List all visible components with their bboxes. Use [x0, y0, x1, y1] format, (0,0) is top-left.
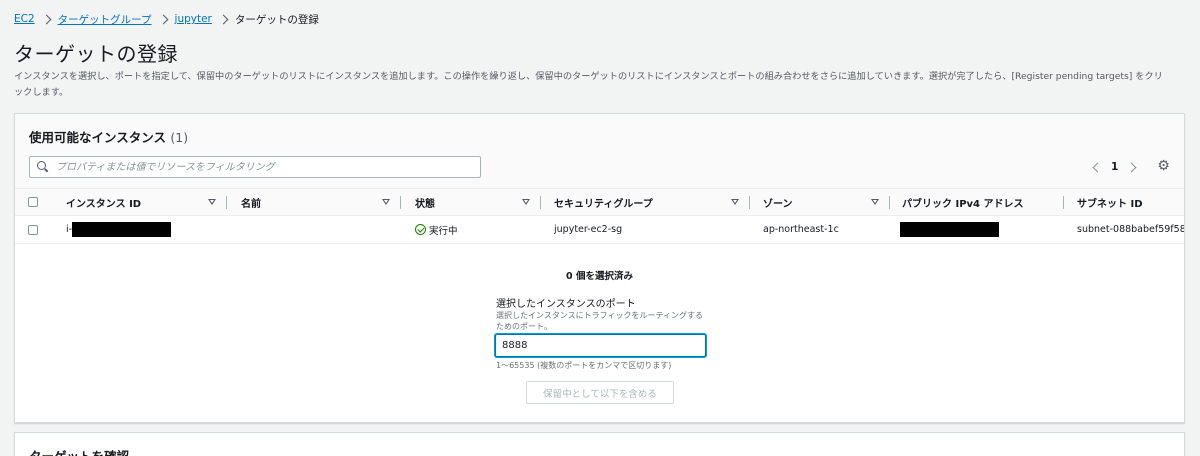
- chevron-left-icon[interactable]: [1092, 162, 1103, 172]
- chevron-right-icon: [158, 14, 168, 24]
- sort-down-icon[interactable]: [731, 199, 739, 205]
- page-description: インスタンスを選択し、ポートを指定して、保留中のターゲットのリストにインスタンス…: [14, 71, 1163, 98]
- panel-title: 使用可能なインスタンス (1): [29, 127, 188, 146]
- row-select-cell: [28, 216, 38, 243]
- include-as-pending-button[interactable]: 保留中として以下を含める: [526, 381, 674, 404]
- port-label: 選択したインスタンスのポート: [496, 299, 636, 310]
- sort-down-icon[interactable]: [871, 199, 879, 205]
- search-icon: [35, 159, 51, 175]
- breadcrumb-link-target-groups[interactable]: ターゲットグループ: [58, 12, 152, 27]
- column-header-name[interactable]: 名前: [241, 189, 261, 215]
- port-input[interactable]: [495, 334, 706, 357]
- column-divider[interactable]: [400, 196, 401, 209]
- breadcrumb-current: ターゲットの登録: [234, 13, 319, 26]
- row-checkbox[interactable]: [28, 224, 38, 235]
- public-ipv4-cell: [900, 216, 999, 243]
- state-cell: 実行中: [415, 216, 458, 243]
- column-divider[interactable]: [226, 196, 227, 209]
- chevron-right-icon[interactable]: [1126, 162, 1137, 172]
- pagination: 1: [1090, 157, 1139, 177]
- sort-down-icon[interactable]: [382, 199, 390, 205]
- state-text: 実行中: [429, 225, 458, 237]
- column-header-instance-id[interactable]: インスタンス ID: [66, 189, 141, 215]
- column-header-public-ipv4[interactable]: パブリック IPv4 アドレス: [902, 189, 1024, 215]
- column-divider[interactable]: [1063, 196, 1064, 209]
- port-description: 選択したインスタンスにトラフィックをルーティングするためのポート。: [496, 311, 704, 331]
- available-instances-panel: 使用可能なインスタンス (1) 1 ⚙ インスタンス ID 名前 状態 セキュリ…: [14, 113, 1185, 423]
- table-header: インスタンス ID 名前 状態 セキュリティグループ ゾーン パブリック IPv…: [15, 189, 1184, 216]
- column-divider[interactable]: [749, 196, 750, 209]
- panel-header: 使用可能なインスタンス (1) 1 ⚙: [15, 114, 1184, 189]
- instance-count: (1): [170, 130, 189, 145]
- filter-search-box[interactable]: [29, 156, 481, 178]
- column-header-security-group[interactable]: セキュリティグループ: [554, 189, 653, 215]
- column-divider[interactable]: [540, 196, 541, 209]
- zone-cell: ap-northeast-1c: [763, 224, 839, 235]
- selected-count: 0 個を選択済み: [566, 271, 633, 282]
- redacted-instance-id: [72, 222, 172, 237]
- page-number[interactable]: 1: [1109, 161, 1120, 173]
- page-title: ターゲットの登録: [14, 42, 178, 66]
- select-all-cell: [28, 189, 38, 215]
- sort-down-icon[interactable]: [208, 199, 216, 205]
- redacted-ip-address: [900, 222, 999, 237]
- review-targets-panel: ターゲットを確認: [14, 432, 1185, 456]
- check-circle-icon: [415, 224, 426, 235]
- breadcrumb: EC2 ターゲットグループ jupyter ターゲットの登録: [14, 11, 319, 27]
- breadcrumb-link-ec2[interactable]: EC2: [14, 13, 35, 25]
- port-hint: 1〜65535 (複数のポートをカンマで区切ります): [496, 361, 672, 370]
- review-targets-title: ターゲットを確認: [29, 446, 129, 456]
- security-group-cell: jupyter-ec2-sg: [554, 224, 623, 235]
- column-header-zone[interactable]: ゾーン: [763, 189, 793, 215]
- subnet-id-cell: subnet-088babef59f58f0: [1077, 224, 1185, 235]
- table-row[interactable]: i- 実行中 jupyter-ec2-sg ap-northeast-1c su…: [15, 216, 1184, 244]
- column-header-state[interactable]: 状態: [415, 189, 435, 215]
- chevron-right-icon: [218, 14, 229, 24]
- chevron-right-icon: [41, 14, 52, 24]
- column-divider[interactable]: [889, 196, 890, 209]
- column-header-subnet-id[interactable]: サブネット ID: [1077, 189, 1143, 215]
- breadcrumb-link-jupyter[interactable]: jupyter: [175, 13, 212, 25]
- gear-icon[interactable]: ⚙: [1156, 159, 1171, 174]
- instance-id-cell: i-: [66, 216, 172, 243]
- sort-down-icon[interactable]: [522, 199, 530, 205]
- select-all-checkbox[interactable]: [28, 197, 38, 207]
- filter-input[interactable]: [56, 161, 476, 173]
- panel-title-text: 使用可能なインスタンス: [29, 130, 167, 145]
